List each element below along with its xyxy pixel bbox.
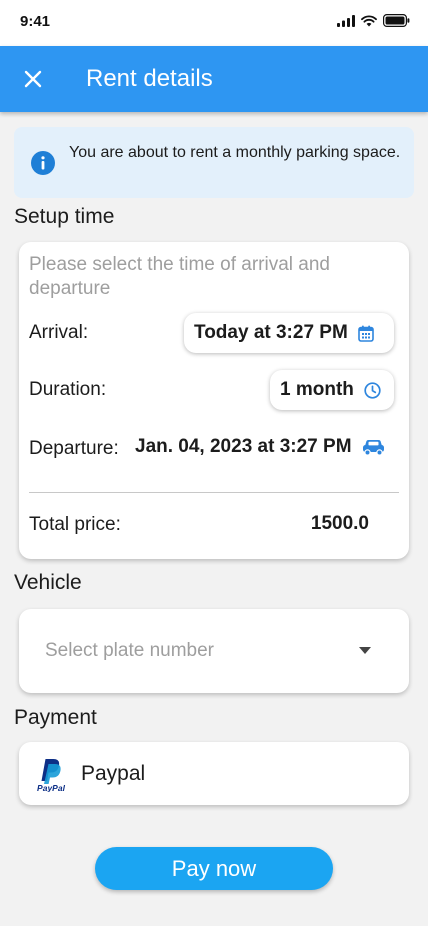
app-bar: Rent details — [0, 46, 428, 112]
battery-icon — [383, 14, 410, 27]
setup-time-card: Please select the time of arrival and de… — [19, 242, 409, 559]
payment-title: Payment — [14, 706, 97, 729]
divider — [29, 492, 399, 493]
pay-now-button[interactable]: Pay now — [95, 847, 333, 890]
plate-number-select[interactable]: Select plate number — [19, 609, 409, 693]
total-price-value: 1500.0 — [310, 513, 369, 534]
info-icon — [31, 151, 55, 175]
paypal-logo-text: PayPal — [37, 783, 66, 792]
paypal-logo-icon: PayPal — [37, 759, 66, 792]
status-time: 9:41 — [20, 13, 51, 30]
departure-value: Jan. 04, 2023 at 3:27 PM — [135, 436, 352, 457]
arrival-label: Arrival: — [29, 322, 89, 343]
duration-picker[interactable]: 1 month — [270, 370, 394, 410]
signal-icon — [337, 14, 355, 27]
setup-hint: Please select the time of arrival and de… — [29, 254, 330, 299]
close-button[interactable] — [18, 64, 48, 94]
departure-display: Jan. 04, 2023 at 3:27 PM — [135, 436, 385, 458]
status-bar: 9:41 — [0, 0, 428, 46]
close-icon — [24, 70, 42, 88]
duration-label: Duration: — [29, 379, 107, 400]
payment-method-name: Paypal — [81, 762, 146, 785]
page-title: Rent details — [86, 65, 213, 92]
arrival-picker[interactable]: Today at 3:27 PM — [184, 313, 394, 353]
duration-value: 1 month — [280, 379, 354, 400]
info-text: You are about to rent a monthly parking … — [69, 144, 401, 161]
car-icon — [362, 439, 384, 456]
arrival-value: Today at 3:27 PM — [194, 322, 348, 343]
setup-time-title: Setup time — [14, 205, 115, 228]
calendar-icon — [358, 325, 374, 342]
dropdown-arrow-icon — [359, 647, 371, 654]
departure-label: Departure: — [29, 438, 119, 459]
vehicle-title: Vehicle — [14, 571, 82, 594]
clock-icon — [364, 381, 381, 399]
status-icons — [337, 14, 410, 27]
wifi-icon — [361, 14, 377, 26]
total-price-label: Total price: — [29, 514, 121, 535]
payment-method-card[interactable]: PayPal Paypal — [19, 742, 409, 805]
info-banner: You are about to rent a monthly parking … — [14, 127, 414, 198]
plate-number-placeholder: Select plate number — [45, 640, 214, 661]
